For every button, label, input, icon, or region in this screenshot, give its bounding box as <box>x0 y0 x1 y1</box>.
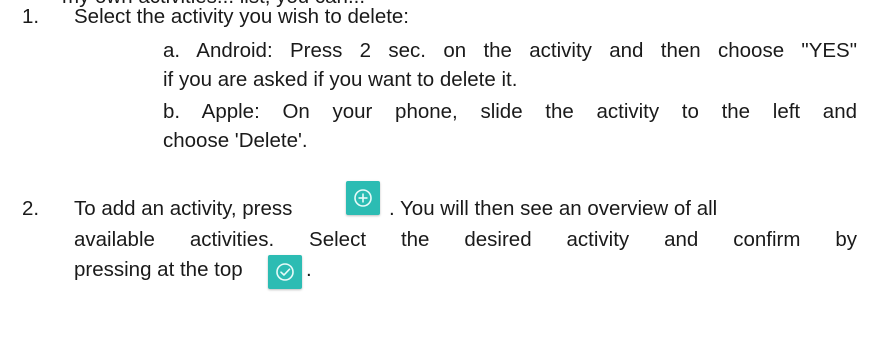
step-1a-line-2: if you are asked if you want to delete i… <box>163 68 518 91</box>
add-circle-icon <box>354 189 372 207</box>
step-2-line-3-pre: pressing at the top <box>74 258 243 281</box>
add-button-illustration <box>346 181 380 215</box>
confirm-button-illustration <box>268 255 302 289</box>
step-1b-line-2: choose 'Delete'. <box>163 129 308 152</box>
step-2-line-1-post: . You will then see an overview of all <box>389 197 718 220</box>
step-1-text: Select the activity you wish to delete: <box>74 5 410 28</box>
step-2-line-1-pre: To add an activity, press <box>74 197 293 220</box>
check-circle-icon <box>276 263 294 281</box>
step-2-line-3-post: . <box>306 258 312 281</box>
step-1-number: 1. <box>22 5 40 28</box>
step-1a-line-1: a. Android: Press 2 sec. on the activity… <box>163 39 857 62</box>
step-2-number: 2. <box>22 197 40 220</box>
step-2-line-2: available activities. Select the desired… <box>74 228 857 251</box>
step-1b-line-1: b. Apple: On your phone, slide the activ… <box>163 100 857 123</box>
